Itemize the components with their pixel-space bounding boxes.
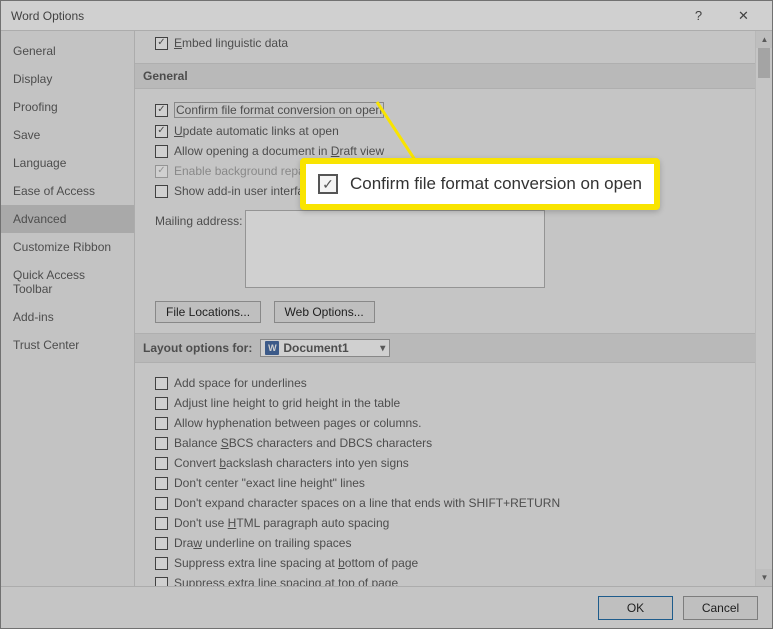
vertical-scrollbar[interactable]: ▲ ▼: [755, 31, 772, 586]
checkbox-label: Balance SBCS characters and DBCS charact…: [174, 436, 432, 450]
checkbox-icon: [155, 185, 168, 198]
checkbox-icon: [155, 477, 168, 490]
layout-option-checkbox[interactable]: Adjust line height to grid height in the…: [155, 393, 751, 413]
checkbox-icon: [155, 497, 168, 510]
checkbox-label: Don't expand character spaces on a line …: [174, 496, 560, 510]
embed-linguistic-data-checkbox[interactable]: Embed linguistic data: [155, 33, 751, 53]
checkbox-label: Don't use HTML paragraph auto spacing: [174, 516, 389, 530]
file-locations-button[interactable]: File Locations...: [155, 301, 261, 323]
sidebar-item-add-ins[interactable]: Add-ins: [1, 303, 134, 331]
scroll-thumb[interactable]: [758, 48, 770, 78]
layout-option-checkbox[interactable]: Don't center "exact line height" lines: [155, 473, 751, 493]
word-options-dialog: Word Options ? ✕ General Display Proofin…: [0, 0, 773, 629]
checkbox-icon: [155, 397, 168, 410]
checkbox-label: Suppress extra line spacing at top of pa…: [174, 576, 398, 586]
dialog-footer: OK Cancel: [1, 586, 772, 628]
checkbox-label: Confirm file format conversion on open: [174, 102, 384, 118]
mailing-address-row: Mailing address:: [155, 207, 751, 291]
scroll-down-button[interactable]: ▼: [756, 569, 772, 586]
sidebar-item-trust-center[interactable]: Trust Center: [1, 331, 134, 359]
layout-option-checkbox[interactable]: Balance SBCS characters and DBCS charact…: [155, 433, 751, 453]
callout-checkbox-icon: ✓: [318, 174, 338, 194]
close-button[interactable]: ✕: [721, 1, 766, 31]
mailing-address-input[interactable]: [245, 210, 545, 288]
section-layout-options: Layout options for: W Document1: [135, 333, 755, 363]
dialog-body: General Display Proofing Save Language E…: [1, 31, 772, 586]
checkbox-label: Convert backslash characters into yen si…: [174, 456, 409, 470]
layout-option-checkbox[interactable]: Allow hyphenation between pages or colum…: [155, 413, 751, 433]
checkbox-icon: [155, 437, 168, 450]
confirm-file-format-conversion-checkbox[interactable]: Confirm file format conversion on open: [155, 99, 751, 121]
checkbox-icon: [155, 104, 168, 117]
checkbox-icon: [155, 457, 168, 470]
checkbox-icon: [155, 37, 168, 50]
section-general: General: [135, 63, 755, 89]
sidebar-item-language[interactable]: Language: [1, 149, 134, 177]
help-button[interactable]: ?: [676, 1, 721, 31]
checkbox-label: Don't center "exact line height" lines: [174, 476, 365, 490]
layout-option-checkbox[interactable]: Suppress extra line spacing at top of pa…: [155, 573, 751, 586]
layout-option-checkbox[interactable]: Don't expand character spaces on a line …: [155, 493, 751, 513]
layout-options-list: Add space for underlines Adjust line heig…: [155, 373, 751, 586]
scroll-track[interactable]: [756, 48, 772, 569]
checkbox-icon: [155, 417, 168, 430]
sidebar-item-general[interactable]: General: [1, 37, 134, 65]
layout-option-checkbox[interactable]: Convert backslash characters into yen si…: [155, 453, 751, 473]
dialog-title: Word Options: [7, 9, 676, 23]
sidebar-item-quick-access-toolbar[interactable]: Quick Access Toolbar: [1, 261, 134, 303]
checkbox-icon: [155, 577, 168, 587]
checkbox-icon: [155, 537, 168, 550]
layout-option-checkbox[interactable]: Don't use HTML paragraph auto spacing: [155, 513, 751, 533]
callout-highlight: ✓ Confirm file format conversion on open: [300, 158, 660, 210]
checkbox-icon: [155, 377, 168, 390]
section-layout-label: Layout options for:: [143, 341, 252, 355]
scroll-up-button[interactable]: ▲: [756, 31, 772, 48]
cancel-button[interactable]: Cancel: [683, 596, 758, 620]
checkbox-icon: [155, 517, 168, 530]
options-scroll-area: Embed linguistic data General Confirm fi…: [135, 31, 755, 586]
layout-document-select[interactable]: W Document1: [260, 339, 390, 357]
checkbox-label: Suppress extra line spacing at bottom of…: [174, 556, 418, 570]
sidebar-item-customize-ribbon[interactable]: Customize Ribbon: [1, 233, 134, 261]
checkbox-label: Add space for underlines: [174, 376, 307, 390]
sidebar-item-proofing[interactable]: Proofing: [1, 93, 134, 121]
checkbox-icon: [155, 557, 168, 570]
checkbox-icon: [155, 165, 168, 178]
main-pane: Embed linguistic data General Confirm fi…: [135, 31, 772, 586]
layout-option-checkbox[interactable]: Add space for underlines: [155, 373, 751, 393]
sidebar-item-display[interactable]: Display: [1, 65, 134, 93]
sidebar: General Display Proofing Save Language E…: [1, 31, 135, 586]
update-automatic-links-checkbox[interactable]: Update automatic links at open: [155, 121, 751, 141]
layout-document-selected: Document1: [283, 341, 348, 355]
sidebar-item-ease-of-access[interactable]: Ease of Access: [1, 177, 134, 205]
checkbox-label: Allow hyphenation between pages or colum…: [174, 416, 422, 430]
checkbox-label: Draw underline on trailing spaces: [174, 536, 351, 550]
layout-option-checkbox[interactable]: Draw underline on trailing spaces: [155, 533, 751, 553]
web-options-button[interactable]: Web Options...: [274, 301, 375, 323]
layout-option-checkbox[interactable]: Suppress extra line spacing at bottom of…: [155, 553, 751, 573]
general-buttons-row: File Locations... Web Options...: [155, 301, 751, 323]
word-icon: W: [265, 341, 279, 355]
sidebar-item-save[interactable]: Save: [1, 121, 134, 149]
sidebar-item-advanced[interactable]: Advanced: [1, 205, 134, 233]
checkbox-icon: [155, 145, 168, 158]
checkbox-icon: [155, 125, 168, 138]
ok-button[interactable]: OK: [598, 596, 673, 620]
callout-text: Confirm file format conversion on open: [350, 174, 642, 194]
checkbox-label: Adjust line height to grid height in the…: [174, 396, 400, 410]
titlebar: Word Options ? ✕: [1, 1, 772, 31]
